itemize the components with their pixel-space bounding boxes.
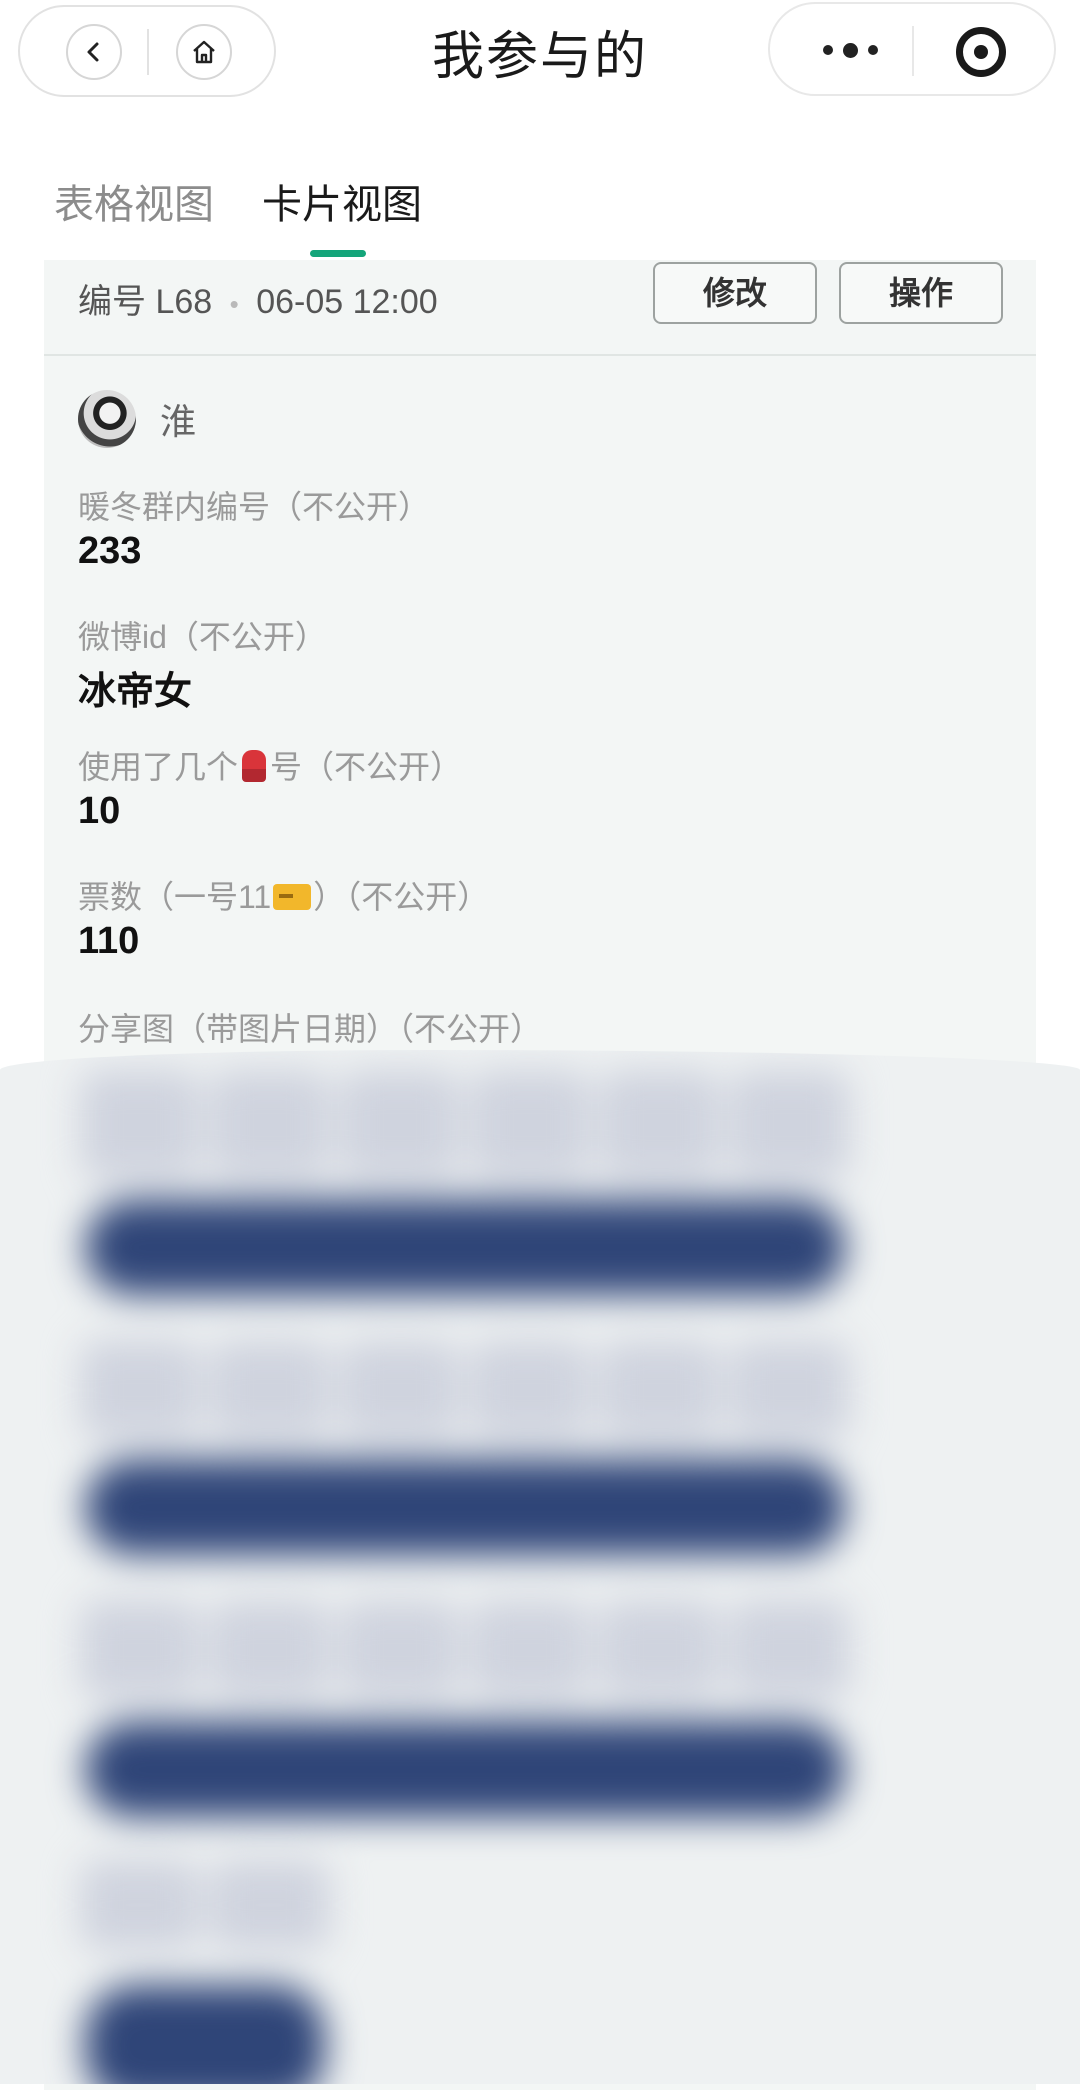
blur-tile xyxy=(470,1070,590,1180)
blur-tile xyxy=(600,1070,720,1180)
more-button[interactable] xyxy=(810,30,890,70)
blur-tile xyxy=(730,1070,850,1180)
more-dot-icon xyxy=(867,45,878,55)
field-label-share-image: 分享图（带图片日期）（不公开） xyxy=(78,1011,543,1047)
field-value-votes: 110 xyxy=(78,920,140,962)
blur-tile xyxy=(470,1600,590,1700)
blur-tile xyxy=(470,1340,590,1440)
action-button[interactable]: 操作 xyxy=(839,262,1003,324)
field-label-text: 号（不公开） xyxy=(270,749,463,785)
blur-tile xyxy=(730,1340,850,1440)
close-miniprogram-button[interactable] xyxy=(956,27,1006,77)
edit-button[interactable]: 修改 xyxy=(653,262,817,324)
blur-band xyxy=(85,1200,845,1295)
blur-band xyxy=(85,1722,845,1817)
nav-capsule-left xyxy=(18,5,276,97)
entry-number: L68 xyxy=(155,283,213,321)
field-label-scarf-count: 使用了几个 号（不公开） xyxy=(78,742,462,788)
home-icon xyxy=(193,40,215,64)
tab-table-view[interactable]: 表格视图 xyxy=(54,172,214,230)
blur-tile xyxy=(80,1860,200,1950)
field-label-votes: 票数（一号11 ）（不公开） xyxy=(78,872,489,918)
chevron-left-icon xyxy=(87,42,99,62)
more-dot-icon xyxy=(842,42,858,58)
scarf-icon xyxy=(242,750,267,782)
field-label-weibo-id: 微博id（不公开） xyxy=(78,619,327,655)
field-label-text: ）（不公开） xyxy=(313,879,490,915)
avatar xyxy=(78,390,136,448)
share-image-blurred[interactable] xyxy=(0,1050,1080,2084)
nav-capsule-right xyxy=(768,2,1056,96)
blur-tile xyxy=(730,1600,850,1700)
home-button[interactable] xyxy=(176,24,232,80)
blur-tile xyxy=(80,1070,200,1180)
blur-tile xyxy=(340,1600,460,1700)
field-label-text: 使用了几个 xyxy=(78,749,239,785)
back-button[interactable] xyxy=(66,24,122,80)
capsule-divider xyxy=(912,26,914,76)
entry-meta: 编号 L68 • 06-05 12:00 xyxy=(78,274,438,323)
field-value-scarf-count: 10 xyxy=(78,790,121,832)
field-label-text: 票数（一号11 xyxy=(78,879,272,915)
blurred-content xyxy=(0,1050,1080,2084)
blur-tile xyxy=(210,1070,330,1180)
number-prefix: 编号 xyxy=(78,283,146,321)
target-icon xyxy=(974,45,988,59)
field-label-group-number: 暖冬群内编号（不公开） xyxy=(78,489,431,525)
blur-tile xyxy=(210,1600,330,1700)
entry-timestamp: 06-05 12:00 xyxy=(256,283,438,321)
capsule-divider xyxy=(147,29,149,75)
tab-active-indicator xyxy=(310,250,366,257)
blur-tile xyxy=(210,1340,330,1440)
field-value-group-number: 233 xyxy=(78,530,142,572)
card-header: 编号 L68 • 06-05 12:00 修改 操作 xyxy=(44,260,1036,356)
meta-separator-dot: • xyxy=(229,289,239,319)
user-row: 淮 xyxy=(78,390,196,448)
blur-tile xyxy=(80,1600,200,1700)
blur-tile xyxy=(600,1340,720,1440)
blur-band xyxy=(85,1460,845,1555)
blur-band xyxy=(85,1985,325,2084)
field-value-weibo-id: 冰帝女 xyxy=(78,671,193,713)
more-dot-icon xyxy=(822,45,833,55)
blur-tile xyxy=(600,1600,720,1700)
blur-tile xyxy=(210,1860,330,1950)
tab-card-view[interactable]: 卡片视图 xyxy=(262,172,422,230)
blur-tile xyxy=(340,1340,460,1440)
blur-tile xyxy=(80,1340,200,1440)
blur-tile xyxy=(340,1070,460,1180)
user-name: 淮 xyxy=(160,401,197,442)
ticket-icon xyxy=(273,884,312,910)
